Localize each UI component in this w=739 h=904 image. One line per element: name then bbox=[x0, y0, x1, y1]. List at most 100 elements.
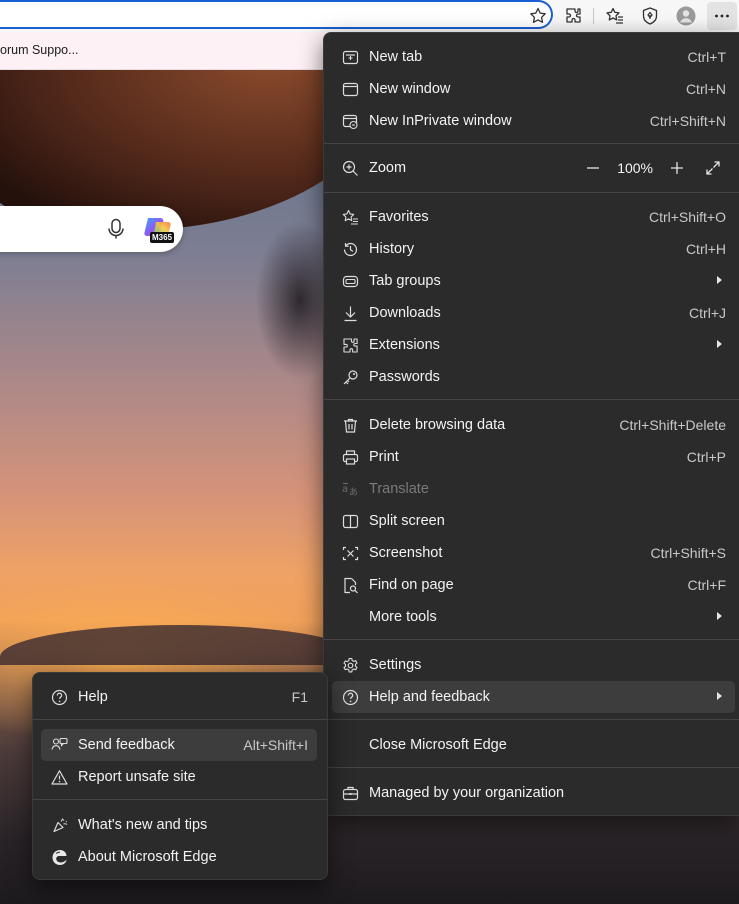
find-icon bbox=[342, 577, 359, 594]
menu-item-translate[interactable]: aあ Translate bbox=[332, 473, 735, 505]
microphone-icon[interactable] bbox=[104, 217, 128, 241]
shortcut-label: Ctrl+Shift+O bbox=[648, 209, 726, 225]
menu-item-label: History bbox=[369, 241, 415, 257]
menu-item-settings[interactable]: Settings bbox=[332, 649, 735, 681]
menu-item-label: Translate bbox=[369, 481, 429, 497]
menu-item-label: Print bbox=[369, 449, 399, 465]
extensions-icon[interactable] bbox=[562, 4, 586, 28]
submenu-item-whats-new-and-tips[interactable]: What's new and tips bbox=[41, 809, 317, 841]
menu-item-label: Zoom bbox=[369, 160, 407, 176]
menu-item-more-tools[interactable]: More tools bbox=[332, 601, 735, 633]
submenu-item-help[interactable]: Help F1 bbox=[41, 681, 317, 713]
shortcut-label: Ctrl+F bbox=[687, 577, 727, 593]
menu-item-label: About Microsoft Edge bbox=[78, 849, 217, 865]
menu-divider bbox=[324, 719, 739, 720]
menu-item-passwords[interactable]: Passwords bbox=[332, 361, 735, 393]
menu-item-label: Delete browsing data bbox=[369, 417, 506, 433]
menu-divider bbox=[324, 143, 739, 144]
submenu-item-about-microsoft-edge[interactable]: About Microsoft Edge bbox=[41, 841, 317, 873]
menu-item-extensions[interactable]: Extensions bbox=[332, 329, 735, 361]
zoom-out-button[interactable] bbox=[583, 158, 603, 178]
svg-text:a: a bbox=[342, 484, 348, 495]
m365-badge: M365 bbox=[150, 232, 175, 243]
address-bar[interactable] bbox=[0, 0, 553, 29]
favorites-bar-item[interactable]: orum Suppo... bbox=[0, 43, 79, 57]
download-icon bbox=[342, 305, 359, 322]
menu-item-print[interactable]: Print Ctrl+P bbox=[332, 441, 735, 473]
search-box[interactable]: M365 bbox=[0, 206, 183, 252]
menu-item-label: Split screen bbox=[369, 513, 445, 529]
shortcut-label: F1 bbox=[291, 689, 308, 705]
menu-divider bbox=[324, 192, 739, 193]
chevron-right-icon bbox=[717, 276, 722, 284]
briefcase-icon bbox=[342, 785, 359, 802]
shortcut-label: Alt+Shift+I bbox=[243, 737, 308, 753]
menu-item-favorites[interactable]: Favorites Ctrl+Shift+O bbox=[332, 201, 735, 233]
menu-item-split-screen[interactable]: Split screen bbox=[332, 505, 735, 537]
tab-groups-icon bbox=[342, 273, 359, 290]
zoom-level: 100% bbox=[617, 160, 653, 176]
profile-avatar[interactable] bbox=[674, 4, 698, 28]
trash-icon bbox=[342, 417, 359, 434]
split-screen-icon bbox=[342, 513, 359, 530]
menu-item-label: Send feedback bbox=[78, 737, 175, 753]
shortcut-label: Ctrl+T bbox=[687, 49, 727, 65]
chevron-right-icon bbox=[717, 692, 722, 700]
menu-item-screenshot[interactable]: Screenshot Ctrl+Shift+S bbox=[332, 537, 735, 569]
extensions-icon bbox=[342, 337, 359, 354]
menu-divider bbox=[33, 799, 327, 800]
shortcut-label: Ctrl+N bbox=[685, 81, 726, 97]
menu-item-label: Tab groups bbox=[369, 273, 441, 289]
shortcut-label: Ctrl+Shift+N bbox=[649, 113, 726, 129]
sparkle-icon bbox=[51, 817, 68, 834]
menu-item-history[interactable]: History Ctrl+H bbox=[332, 233, 735, 265]
star-icon[interactable] bbox=[526, 4, 550, 28]
key-icon bbox=[342, 369, 359, 386]
fullscreen-button[interactable] bbox=[703, 158, 723, 178]
chevron-right-icon bbox=[717, 340, 722, 348]
menu-item-delete-browsing-data[interactable]: Delete browsing data Ctrl+Shift+Delete bbox=[332, 409, 735, 441]
menu-item-label: Help bbox=[78, 689, 108, 705]
shortcut-label: Ctrl+H bbox=[685, 241, 726, 257]
menu-item-label: New window bbox=[369, 81, 451, 97]
new-window-icon bbox=[342, 81, 359, 98]
menu-item-label: Extensions bbox=[369, 337, 440, 353]
help-icon bbox=[51, 689, 68, 706]
menu-item-downloads[interactable]: Downloads Ctrl+J bbox=[332, 297, 735, 329]
zoom-controls: 100% bbox=[583, 152, 723, 184]
menu-item-label: Find on page bbox=[369, 577, 454, 593]
feedback-icon bbox=[51, 737, 68, 754]
inprivate-icon bbox=[342, 113, 359, 130]
menu-item-managed-by-organization[interactable]: Managed by your organization bbox=[332, 777, 735, 809]
menu-divider bbox=[324, 639, 739, 640]
submenu-item-report-unsafe-site[interactable]: Report unsafe site bbox=[41, 761, 317, 793]
new-tab-icon bbox=[342, 49, 359, 66]
more-icon[interactable] bbox=[707, 2, 737, 30]
submenu-item-send-feedback[interactable]: Send feedback Alt+Shift+I bbox=[41, 729, 317, 761]
browser-essentials-icon[interactable] bbox=[638, 4, 662, 28]
favorites-icon[interactable] bbox=[603, 4, 627, 28]
menu-item-new-window[interactable]: New window Ctrl+N bbox=[332, 73, 735, 105]
menu-item-find-on-page[interactable]: Find on page Ctrl+F bbox=[332, 569, 735, 601]
warning-icon bbox=[51, 769, 68, 786]
toolbar-divider bbox=[593, 8, 594, 24]
menu-item-label: New InPrivate window bbox=[369, 113, 512, 129]
copilot-m365-icon[interactable]: M365 bbox=[142, 214, 175, 244]
menu-item-tab-groups[interactable]: Tab groups bbox=[332, 265, 735, 297]
translate-icon: aあ bbox=[342, 481, 359, 498]
menu-item-help-and-feedback[interactable]: Help and feedback bbox=[332, 681, 735, 713]
menu-item-label: Help and feedback bbox=[369, 689, 490, 705]
menu-item-label: Passwords bbox=[369, 369, 440, 385]
menu-item-new-inprivate-window[interactable]: New InPrivate window Ctrl+Shift+N bbox=[332, 105, 735, 137]
zoom-in-button[interactable] bbox=[667, 158, 687, 178]
menu-item-close-microsoft-edge[interactable]: Close Microsoft Edge bbox=[332, 729, 735, 761]
zoom-icon bbox=[342, 160, 359, 177]
help-and-feedback-submenu: Help F1 Send feedback Alt+Shift+I Report… bbox=[32, 672, 328, 880]
menu-item-label: More tools bbox=[369, 609, 437, 625]
menu-divider bbox=[324, 399, 739, 400]
history-icon bbox=[342, 241, 359, 258]
menu-item-label: Close Microsoft Edge bbox=[369, 737, 507, 753]
edge-logo-icon bbox=[51, 849, 68, 866]
shortcut-label: Ctrl+J bbox=[689, 305, 726, 321]
menu-item-new-tab[interactable]: New tab Ctrl+T bbox=[332, 41, 735, 73]
